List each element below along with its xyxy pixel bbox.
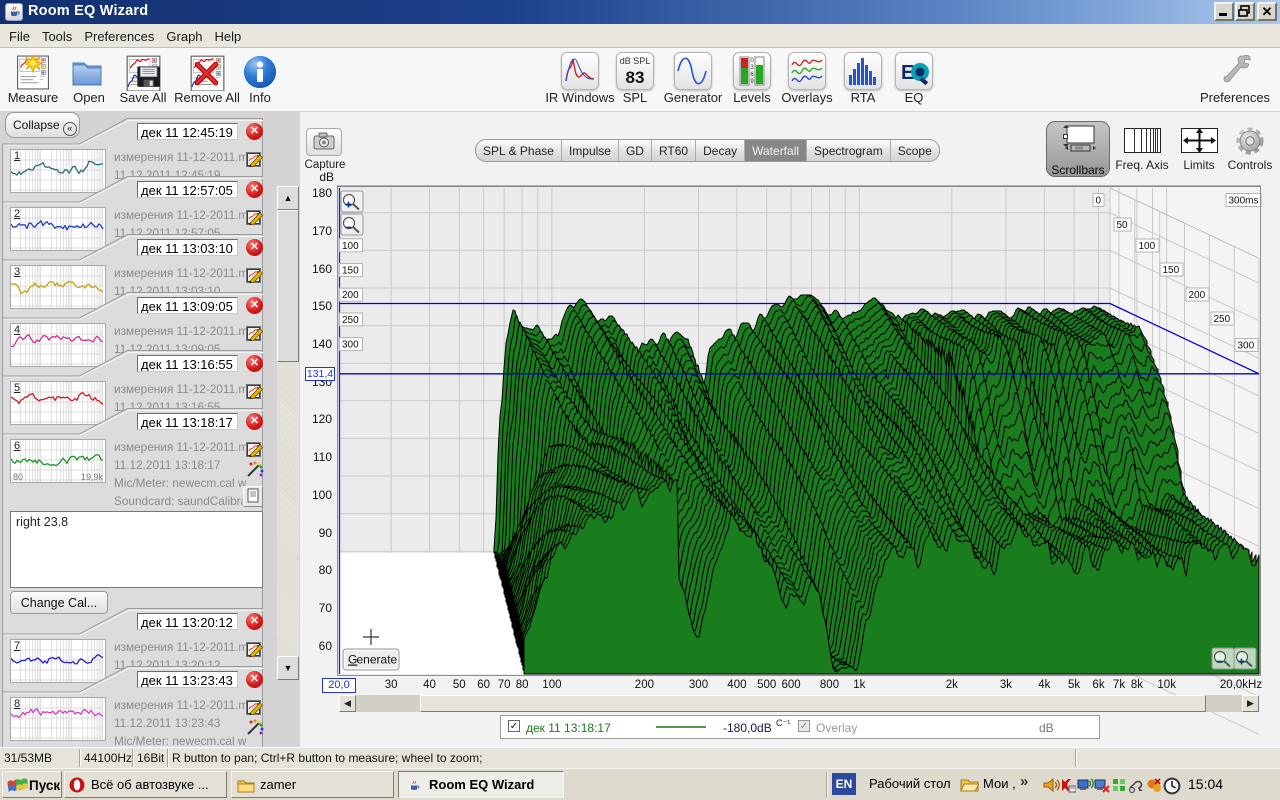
svg-text:250: 250 xyxy=(1214,314,1231,325)
svg-text:150: 150 xyxy=(342,266,359,277)
svg-text:dB SPL: dB SPL xyxy=(620,56,651,66)
svg-text:3: 3 xyxy=(750,65,754,71)
svg-text:100: 100 xyxy=(1139,241,1156,252)
svg-text:6: 6 xyxy=(750,72,754,78)
svg-text:enerate: enerate xyxy=(357,653,398,667)
svg-text:50: 50 xyxy=(1117,220,1129,231)
svg-text:100: 100 xyxy=(342,241,359,252)
svg-text:300ms: 300ms xyxy=(1229,196,1259,207)
svg-text:0: 0 xyxy=(750,58,754,64)
svg-text:250: 250 xyxy=(342,315,359,326)
svg-text:300: 300 xyxy=(1238,341,1255,352)
svg-text:300: 300 xyxy=(342,340,359,351)
svg-text:0: 0 xyxy=(1096,196,1102,207)
svg-text:83: 83 xyxy=(626,68,645,87)
svg-text:200: 200 xyxy=(342,290,359,301)
svg-text:9: 9 xyxy=(750,79,754,85)
svg-text:150: 150 xyxy=(1163,265,1180,276)
svg-text:200: 200 xyxy=(1189,290,1206,301)
